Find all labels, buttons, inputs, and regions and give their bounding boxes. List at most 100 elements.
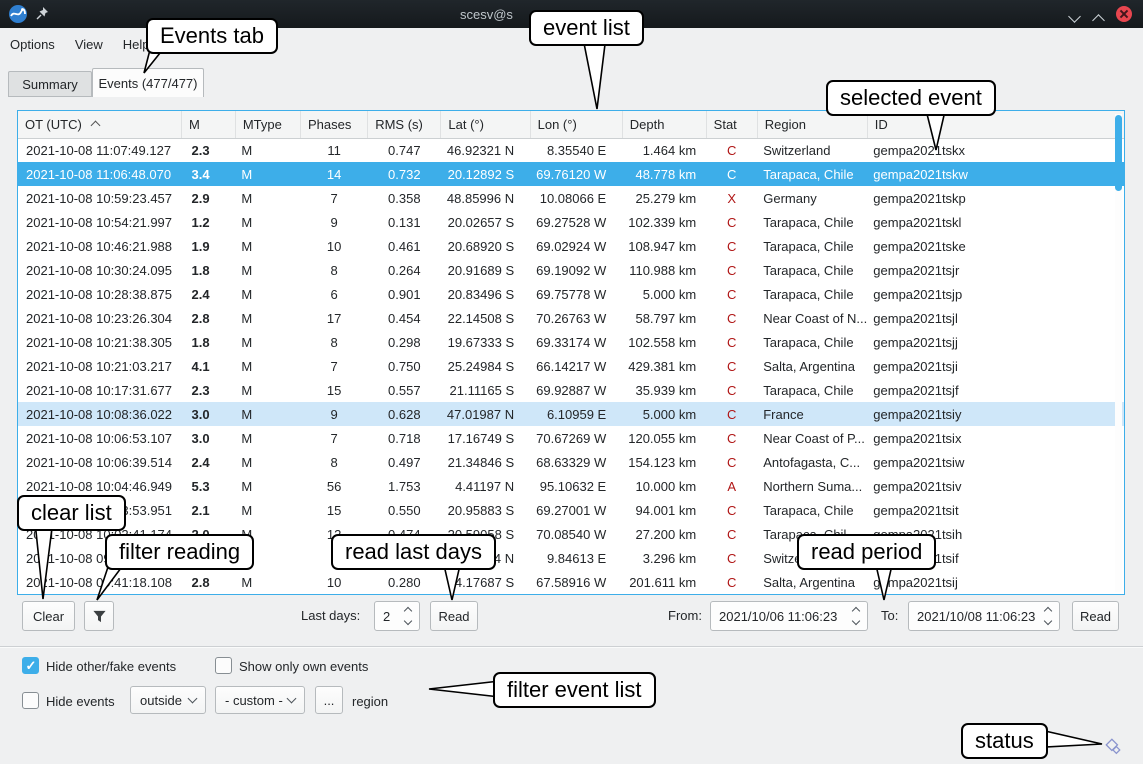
cell-id: gempa2021tsiy (867, 402, 1124, 426)
window-shade-icon[interactable] (1070, 8, 1079, 26)
cell-lon: 70.67269 W (530, 426, 622, 450)
cell-depth: 1.464 km (622, 138, 706, 162)
column-header[interactable]: Stat (706, 111, 757, 138)
cell-mtype: M (235, 354, 300, 378)
cell-rms: 0.747 (368, 138, 441, 162)
cell-id: gempa2021tskw (867, 162, 1124, 186)
cell-depth: 201.611 km (622, 570, 706, 594)
cell-phases: 14 (300, 162, 367, 186)
table-row[interactable]: 2021-10-08 11:07:49.1272.3M110.74746.923… (18, 138, 1124, 162)
scrollbar-thumb[interactable] (1115, 115, 1122, 191)
table-row[interactable]: 2021-10-08 10:08:36.0223.0M90.62847.0198… (18, 402, 1124, 426)
table-row[interactable]: 2021-10-08 10:23:26.3042.8M170.45422.145… (18, 306, 1124, 330)
to-datetime-spinbox[interactable]: 2021/10/08 11:06:23 (908, 601, 1060, 631)
column-header[interactable]: OT (UTC) (18, 111, 182, 138)
table-row[interactable]: 2021-10-08 10:30:24.0951.8M80.26420.9168… (18, 258, 1124, 282)
cell-m: 2.9 (182, 186, 236, 210)
cell-depth: 10.000 km (622, 474, 706, 498)
region-browse-button[interactable]: ... (315, 686, 343, 714)
tab-events[interactable]: Events (477/477) (92, 68, 204, 97)
read-period-button[interactable]: Read (1072, 601, 1119, 631)
cell-m: 1.8 (182, 258, 236, 282)
column-header[interactable]: RMS (s) (368, 111, 441, 138)
spinner-arrows-icon[interactable] (405, 608, 411, 624)
from-datetime-spinbox[interactable]: 2021/10/06 11:06:23 (710, 601, 868, 631)
column-header[interactable]: Lat (°) (441, 111, 530, 138)
spinner-arrows-icon[interactable] (1045, 608, 1051, 624)
cell-m: 3.0 (182, 426, 236, 450)
show-only-own-events-label: Show only own events (239, 659, 368, 674)
cell-id: gempa2021tsjr (867, 258, 1124, 282)
cell-stat: C (706, 138, 757, 162)
last-days-spinbox[interactable]: 2 (374, 601, 420, 631)
cell-depth: 58.797 km (622, 306, 706, 330)
column-header[interactable]: Phases (300, 111, 367, 138)
table-row[interactable]: 2021-10-08 10:28:38.8752.4M60.90120.8349… (18, 282, 1124, 306)
table-row[interactable]: 2021-10-08 10:03:53.9512.1M150.55020.958… (18, 498, 1124, 522)
table-row[interactable]: 2021-10-08 10:46:21.9881.9M100.46120.689… (18, 234, 1124, 258)
table-row[interactable]: 2021-10-08 10:04:46.9495.3M561.7534.4119… (18, 474, 1124, 498)
table-row[interactable]: 2021-10-08 10:21:03.2174.1M70.75025.2498… (18, 354, 1124, 378)
cell-lat: 21.11165 S (441, 378, 530, 402)
hide-other-fake-events-checkbox[interactable] (22, 657, 39, 674)
table-row[interactable]: 2021-10-08 10:06:39.5142.4M80.49721.3484… (18, 450, 1124, 474)
hide-events-scope-dropdown[interactable]: outside (130, 686, 206, 714)
hide-other-fake-events-label: Hide other/fake events (46, 659, 176, 674)
cell-rms: 0.131 (368, 210, 441, 234)
table-row[interactable]: 2021-10-08 10:54:21.9971.2M90.13120.0265… (18, 210, 1124, 234)
cell-phases: 11 (300, 138, 367, 162)
close-button[interactable] (1116, 6, 1132, 22)
cell-phases: 8 (300, 258, 367, 282)
cell-stat: C (706, 498, 757, 522)
cell-stat: X (706, 186, 757, 210)
cell-id: gempa2021tsiv (867, 474, 1124, 498)
cell-id: gempa2021tsij (867, 570, 1124, 594)
cell-m: 3.4 (182, 162, 236, 186)
tab-summary[interactable]: Summary (8, 71, 92, 97)
clear-button[interactable]: Clear (22, 601, 75, 631)
table-row[interactable]: 2021-10-08 10:06:53.1073.0M70.71817.1674… (18, 426, 1124, 450)
column-header[interactable]: Lon (°) (530, 111, 622, 138)
last-days-value: 2 (375, 609, 401, 624)
cell-lon: 69.76120 W (530, 162, 622, 186)
cell-lon: 69.19092 W (530, 258, 622, 282)
cell-phases: 17 (300, 306, 367, 330)
cell-lon: 69.27001 W (530, 498, 622, 522)
vertical-scrollbar[interactable] (1115, 114, 1122, 592)
event-table-body: 2021-10-08 11:07:49.1272.3M110.74746.923… (18, 138, 1124, 594)
table-row[interactable]: 2021-10-08 11:06:48.0703.4M140.73220.128… (18, 162, 1124, 186)
filter-reading-button[interactable] (84, 601, 114, 631)
menu-item-view[interactable]: View (75, 37, 103, 52)
column-header[interactable]: M (182, 111, 236, 138)
column-header[interactable]: Depth (622, 111, 706, 138)
cell-lon: 66.14217 W (530, 354, 622, 378)
pin-icon[interactable] (35, 6, 50, 21)
table-row[interactable]: 2021-10-08 10:17:31.6772.3M150.55721.111… (18, 378, 1124, 402)
table-row[interactable]: 2021-10-08 10:59:23.4572.9M70.35848.8599… (18, 186, 1124, 210)
last-days-label: Last days: (301, 608, 360, 623)
cell-phases: 7 (300, 186, 367, 210)
chevron-down-icon (188, 694, 198, 704)
connection-status-icon (1104, 737, 1122, 755)
cell-region: Northern Suma... (757, 474, 867, 498)
cell-lon: 6.10959 E (530, 402, 622, 426)
read-last-days-button[interactable]: Read (430, 601, 478, 631)
cell-depth: 48.778 km (622, 162, 706, 186)
menu-item-options[interactable]: Options (10, 37, 55, 52)
cell-ot: 2021-10-08 10:46:21.988 (18, 234, 182, 258)
column-header[interactable]: MType (235, 111, 300, 138)
cell-lat: 25.24984 S (441, 354, 530, 378)
show-only-own-events-checkbox[interactable] (215, 657, 232, 674)
spinner-arrows-icon[interactable] (853, 608, 859, 624)
region-preset-dropdown[interactable]: - custom - (215, 686, 305, 714)
region-label: region (352, 694, 388, 709)
table-row[interactable]: 2021-10-08 10:21:38.3051.8M80.29819.6733… (18, 330, 1124, 354)
cell-phases: 10 (300, 570, 367, 594)
cell-depth: 110.988 km (622, 258, 706, 282)
application-window: scesv@s OptionsViewHelp Summary Events (… (0, 0, 1143, 764)
hide-events-checkbox[interactable] (22, 692, 39, 709)
cell-rms: 0.461 (368, 234, 441, 258)
from-label: From: (668, 608, 702, 623)
table-row[interactable]: 2021-10-08 09:41:18.1082.8M100.28024.176… (18, 570, 1124, 594)
cell-depth: 5.000 km (622, 282, 706, 306)
